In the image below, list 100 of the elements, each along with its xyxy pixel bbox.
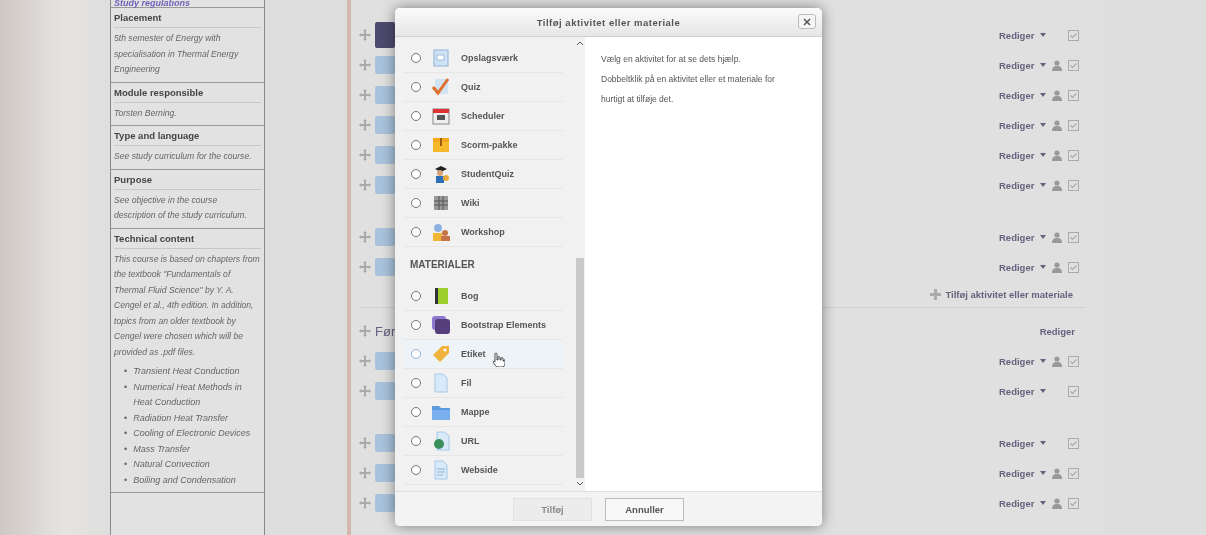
checkbox-icon[interactable] <box>1068 497 1080 509</box>
edit-menu[interactable]: Rediger <box>999 149 1035 161</box>
bullet: • <box>124 473 128 487</box>
move-icon[interactable] <box>359 89 371 101</box>
radio-button[interactable] <box>411 111 421 121</box>
close-button[interactable] <box>798 14 816 29</box>
edit-menu[interactable]: Rediger <box>999 231 1035 243</box>
caret-icon <box>1040 235 1047 239</box>
checkbox-icon[interactable] <box>1068 59 1080 71</box>
bullet: • <box>124 427 128 440</box>
table-text: Torsten Berning. <box>114 101 261 121</box>
item-label[interactable]: Scheduler <box>461 111 505 121</box>
edit-menu[interactable]: Rediger <box>999 89 1035 101</box>
move-icon[interactable] <box>359 497 371 509</box>
dictionary-icon <box>431 48 451 68</box>
checkbox-icon[interactable] <box>1068 231 1080 243</box>
move-icon[interactable] <box>359 261 371 273</box>
item-label[interactable]: Webside <box>461 465 498 475</box>
radio-button[interactable] <box>411 407 421 417</box>
topic-item: Boiling and Condensation <box>133 473 236 487</box>
radio-button[interactable] <box>411 53 421 63</box>
scroll-thumb[interactable] <box>576 258 584 478</box>
radio-button[interactable] <box>411 320 421 330</box>
edit-menu[interactable]: Rediger <box>1039 325 1075 337</box>
item-label[interactable]: Mappe <box>461 407 490 417</box>
checkbox-icon[interactable] <box>1068 261 1080 273</box>
item-label[interactable]: Wiki <box>461 198 480 208</box>
radio-button[interactable] <box>411 227 421 237</box>
scrollbar[interactable] <box>575 37 585 491</box>
radio-button[interactable] <box>411 82 421 92</box>
table-text: This course is based on chapters from the textbook "Fundamentals of Thermal Fluid Science" by Y. A. Cengel et al., 4th edition. In addition, topics from an older textbook by Cengel were chosen which will be provided as .pdf files. <box>114 247 261 360</box>
bullet: • <box>124 458 128 471</box>
edit-menu[interactable]: Rediger <box>999 467 1035 479</box>
scroll-up-icon[interactable] <box>577 41 583 45</box>
scroll-down-icon[interactable] <box>577 482 583 486</box>
item-label[interactable]: URL <box>461 436 480 446</box>
checkmark-icon <box>431 77 451 97</box>
edit-menu[interactable]: Rediger <box>999 355 1035 367</box>
radio-button[interactable] <box>411 436 421 446</box>
checkbox-icon[interactable] <box>1068 179 1080 191</box>
dialog-button[interactable]: Annuller <box>605 497 684 521</box>
person-icon <box>1052 89 1063 101</box>
edit-menu[interactable]: Rediger <box>999 29 1035 41</box>
topic-item: Transient Heat Conduction <box>133 365 240 378</box>
move-icon[interactable] <box>359 59 371 71</box>
radio-button[interactable] <box>411 140 421 150</box>
add-activity-link[interactable]: Tilføj aktivitet eller materiale <box>945 289 1073 300</box>
bullet: • <box>124 365 128 378</box>
checkbox-icon[interactable] <box>1068 467 1080 479</box>
move-icon[interactable] <box>359 385 371 397</box>
box-icon <box>431 135 451 155</box>
study-regulations-link[interactable]: Study regulations <box>114 0 190 8</box>
move-icon[interactable] <box>359 119 371 131</box>
move-icon[interactable] <box>359 355 371 367</box>
edit-menu[interactable]: Rediger <box>999 59 1035 71</box>
person-icon <box>1052 59 1063 71</box>
item-label[interactable]: Quiz <box>461 82 481 92</box>
move-icon[interactable] <box>359 467 371 479</box>
checkbox-icon[interactable] <box>1068 149 1080 161</box>
item-label[interactable]: Bog <box>461 291 479 301</box>
move-icon[interactable] <box>359 179 371 191</box>
radio-button[interactable] <box>411 169 421 179</box>
move-icon[interactable] <box>359 437 371 449</box>
edit-menu[interactable]: Rediger <box>999 261 1035 273</box>
move-icon[interactable] <box>359 325 371 337</box>
item-label[interactable]: Scorm-pakke <box>461 140 518 150</box>
edit-menu[interactable]: Rediger <box>999 119 1035 131</box>
radio-button[interactable] <box>411 291 421 301</box>
edit-menu[interactable]: Rediger <box>999 179 1035 191</box>
topic-item: Numerical Heat Methods in Heat Conduction <box>133 380 243 409</box>
edit-menu[interactable]: Rediger <box>999 437 1035 449</box>
caret-icon <box>1040 471 1047 475</box>
topic-item: Mass Transfer <box>133 442 190 456</box>
move-icon[interactable] <box>359 231 371 243</box>
hand-cursor-icon <box>493 352 505 367</box>
checkbox-icon[interactable] <box>1068 29 1080 41</box>
globe-document-icon <box>431 431 451 451</box>
radio-button[interactable] <box>411 378 421 388</box>
item-label[interactable]: Opslagsværk <box>461 53 519 63</box>
edit-menu[interactable]: Rediger <box>999 385 1035 397</box>
move-icon[interactable] <box>359 149 371 161</box>
table-text: See study curriculum for the course. <box>114 145 261 165</box>
item-label[interactable]: Fil <box>461 378 472 388</box>
checkbox-icon[interactable] <box>1068 119 1080 131</box>
caret-icon <box>1040 441 1047 445</box>
item-label[interactable]: Bootstrap Elements <box>461 320 547 330</box>
checkbox-icon[interactable] <box>1068 355 1080 367</box>
move-icon[interactable] <box>359 29 371 41</box>
radio-button[interactable] <box>411 198 421 208</box>
item-label[interactable]: Workshop <box>461 227 505 237</box>
radio-button[interactable] <box>411 349 421 359</box>
item-label[interactable]: StudentQuiz <box>461 169 514 179</box>
radio-button[interactable] <box>411 465 421 475</box>
item-label[interactable]: Etiket <box>461 349 486 359</box>
edit-menu[interactable]: Rediger <box>999 497 1035 509</box>
checkbox-icon[interactable] <box>1068 437 1080 449</box>
checkbox-icon[interactable] <box>1068 89 1080 101</box>
caret-icon <box>1040 153 1047 157</box>
checkbox-icon[interactable] <box>1068 385 1080 397</box>
caret-icon <box>1040 359 1047 363</box>
